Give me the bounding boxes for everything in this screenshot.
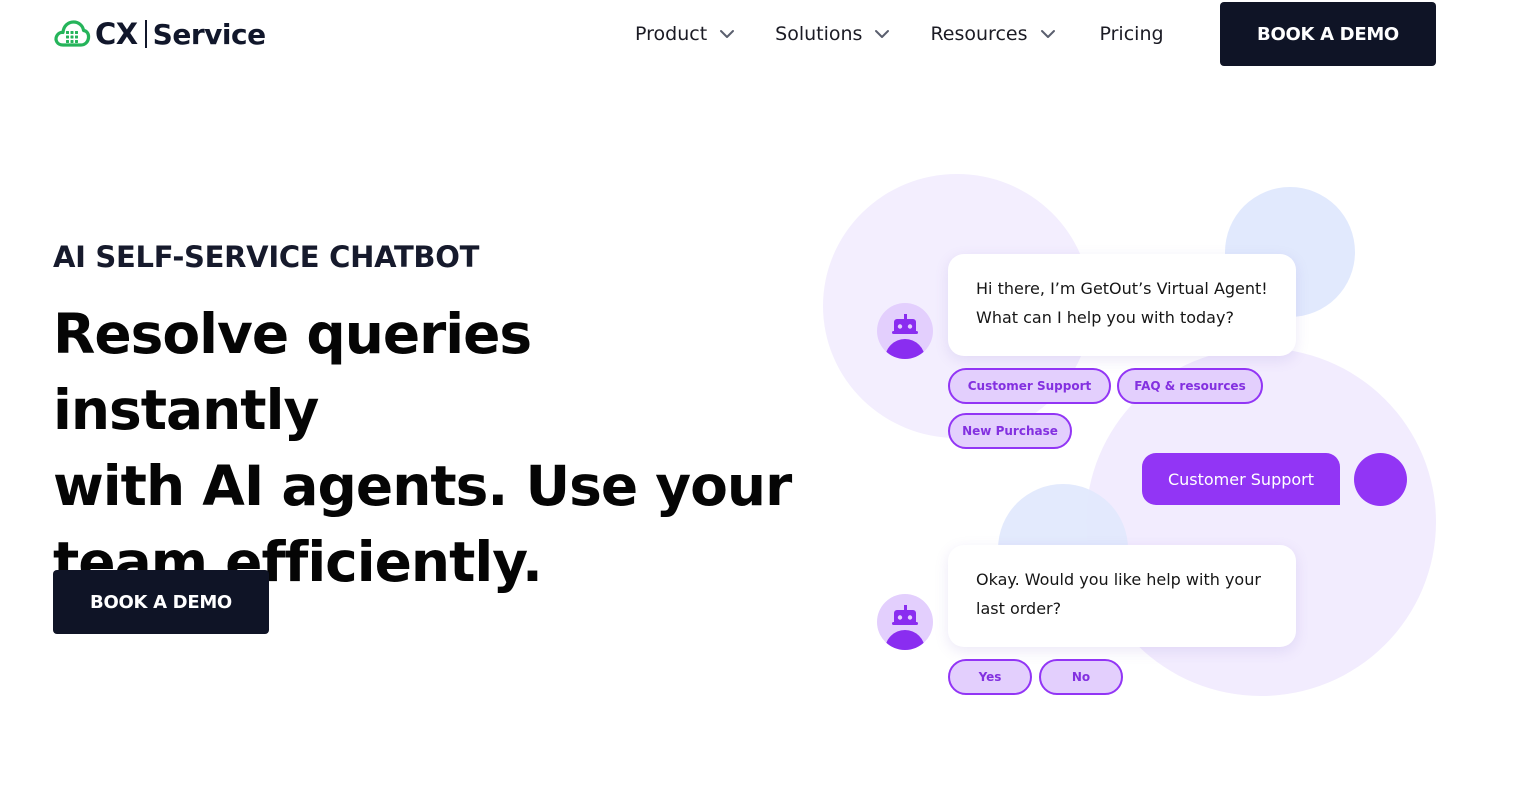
bot-message-line: What can I help you with today? bbox=[976, 308, 1234, 327]
nav-item-product[interactable]: Product bbox=[635, 23, 735, 45]
logo-name-text: Service bbox=[152, 17, 266, 51]
nav-item-label: Solutions bbox=[775, 23, 863, 45]
hero-eyebrow: AI SELF-SERVICE CHATBOT bbox=[53, 240, 480, 274]
bot-message-line: last order? bbox=[976, 599, 1062, 618]
cloud-grid-icon bbox=[54, 20, 91, 47]
bot-message-bubble: Okay. Would you like help with your last… bbox=[948, 545, 1296, 647]
nav-item-label: Product bbox=[635, 23, 708, 45]
main-nav: Product Solutions Resources Pricing bbox=[635, 21, 1204, 47]
bot-message-bubble: Hi there, I’m GetOut’s Virtual Agent! Wh… bbox=[948, 254, 1296, 356]
headline-line: Resolve queries instantly bbox=[53, 302, 532, 442]
option-chip-no[interactable]: No bbox=[1039, 659, 1123, 695]
chevron-down-icon bbox=[1040, 30, 1055, 38]
robot-icon bbox=[885, 605, 925, 650]
user-message-bubble: Customer Support bbox=[1142, 453, 1340, 505]
option-chip-customer-support[interactable]: Customer Support bbox=[948, 368, 1111, 404]
option-chip-new-purchase[interactable]: New Purchase bbox=[948, 413, 1072, 449]
robot-icon bbox=[885, 314, 925, 359]
option-chip-yes[interactable]: Yes bbox=[948, 659, 1032, 695]
hero-book-demo-button[interactable]: BOOK A DEMO bbox=[53, 570, 269, 634]
user-avatar bbox=[1354, 453, 1407, 506]
chatbot-illustration: Hi there, I’m GetOut’s Virtual Agent! Wh… bbox=[820, 170, 1460, 710]
chevron-down-icon bbox=[720, 30, 735, 38]
hero-headline: Resolve queries instantly with AI agents… bbox=[53, 296, 813, 600]
logo-mark-text: CX bbox=[95, 17, 138, 51]
bot-message-line: Okay. Would you like help with your bbox=[976, 570, 1261, 589]
logo[interactable]: CX Service bbox=[53, 16, 266, 52]
nav-item-resources[interactable]: Resources bbox=[930, 23, 1055, 45]
bot-avatar bbox=[877, 594, 933, 650]
option-chip-faq-resources[interactable]: FAQ & resources bbox=[1117, 368, 1263, 404]
nav-item-label: Pricing bbox=[1099, 23, 1164, 45]
logo-divider bbox=[144, 20, 147, 48]
bot-avatar bbox=[877, 303, 933, 359]
header-book-demo-button[interactable]: BOOK A DEMO bbox=[1220, 2, 1436, 66]
nav-item-label: Resources bbox=[930, 23, 1028, 45]
headline-line: with AI agents. Use your bbox=[53, 454, 792, 518]
bot-message-line: Hi there, I’m GetOut’s Virtual Agent! bbox=[976, 279, 1268, 298]
site-header: CX Service Product Solutions Resources P… bbox=[0, 0, 1529, 70]
nav-item-solutions[interactable]: Solutions bbox=[775, 23, 890, 45]
nav-item-pricing[interactable]: Pricing bbox=[1100, 23, 1164, 45]
chevron-down-icon bbox=[875, 30, 890, 38]
